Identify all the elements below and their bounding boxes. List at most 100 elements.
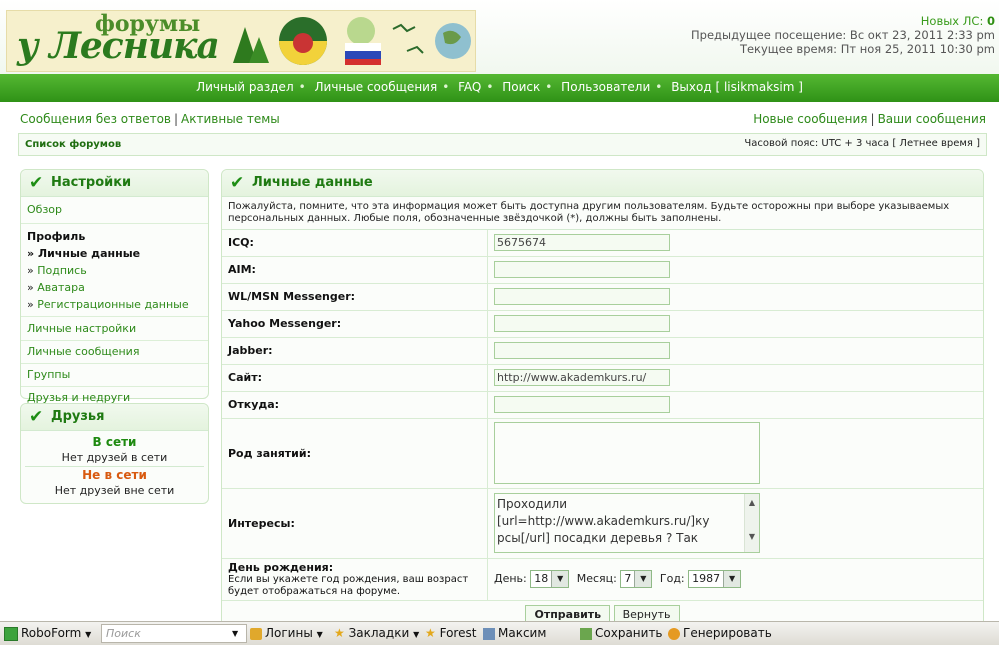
month-label: Месяц: bbox=[576, 572, 617, 585]
maksim-label: Максим bbox=[498, 626, 547, 640]
year-value: 1987 bbox=[692, 572, 721, 585]
save-label: Сохранить bbox=[595, 626, 663, 640]
new-pm-count[interactable]: 0 bbox=[987, 14, 995, 28]
star-icon: ★ bbox=[425, 626, 436, 640]
logo-graphics bbox=[233, 17, 471, 65]
generate-button[interactable]: Генерировать bbox=[668, 623, 772, 644]
sidebar-item-overview[interactable]: Обзор bbox=[27, 202, 202, 218]
year-select[interactable]: 1987 ▼ bbox=[688, 570, 742, 588]
sidebar-item-label: Личные данные bbox=[37, 247, 141, 260]
icq-label: ICQ: bbox=[222, 230, 488, 257]
sidebar-item-avatar[interactable]: » Аватара bbox=[27, 279, 202, 296]
settings-header: ✔ Настройки bbox=[21, 170, 208, 197]
search-input[interactable]: Поиск bbox=[101, 624, 247, 643]
chevron-down-icon: ▼ bbox=[723, 571, 741, 587]
forest-label: Forest bbox=[439, 626, 477, 640]
jabber-field[interactable] bbox=[494, 342, 670, 359]
sidebar-item-label: Регистрационные данные bbox=[37, 298, 189, 311]
nav-personal-section[interactable]: Личный раздел bbox=[196, 80, 294, 94]
item-marker: » bbox=[27, 298, 34, 311]
month-select[interactable]: 7 ▼ bbox=[620, 570, 653, 588]
nav-users[interactable]: Пользователи bbox=[561, 80, 650, 94]
offline-empty: Нет друзей вне сети bbox=[54, 484, 175, 497]
online-empty: Нет друзей в сети bbox=[61, 451, 168, 464]
interests-label: Интересы: bbox=[222, 488, 488, 559]
logo-big-text: у Лесника bbox=[17, 25, 220, 67]
nav-search[interactable]: Поиск bbox=[502, 80, 540, 94]
forum-index-link[interactable]: Список форумов bbox=[25, 139, 121, 150]
bookmarks-menu[interactable]: ★ Закладки ▼ bbox=[334, 623, 419, 645]
aim-label: AIM: bbox=[222, 256, 488, 284]
website-field[interactable]: http://www.akademkurs.ru/ bbox=[494, 369, 670, 386]
settings-title: Настройки bbox=[51, 175, 132, 190]
month-value: 7 bbox=[624, 572, 632, 585]
item-marker: » bbox=[27, 264, 34, 277]
nav-private-messages[interactable]: Личные сообщения bbox=[315, 80, 438, 94]
sidebar-item-registration[interactable]: » Регистрационные данные bbox=[27, 296, 202, 313]
nav-logout[interactable]: Выход [ lisikmaksim ] bbox=[671, 80, 803, 94]
new-pm-indicator[interactable]: Новых ЛС: 0 bbox=[691, 14, 995, 28]
save-button[interactable]: Сохранить bbox=[580, 623, 663, 644]
location-field[interactable] bbox=[494, 396, 670, 413]
identity-maksim[interactable]: Максим bbox=[483, 623, 546, 644]
chevron-down-icon: ▼ bbox=[316, 630, 323, 639]
new-pm-label[interactable]: Новых ЛС: bbox=[921, 14, 984, 28]
save-icon bbox=[580, 627, 592, 640]
roboform-menu[interactable]: RoboForm ▼ bbox=[4, 623, 91, 645]
unanswered-posts-link[interactable]: Сообщения без ответов bbox=[20, 112, 171, 126]
nav-faq[interactable]: FAQ bbox=[458, 80, 481, 94]
user-status: Новых ЛС: 0 Предыдущее посещение: Вс окт… bbox=[691, 14, 995, 56]
panel-header: ✔ Личные данные bbox=[222, 170, 983, 197]
link-separator: | bbox=[174, 112, 179, 126]
year-label: Год: bbox=[659, 572, 685, 585]
chevron-down-icon: ▼ bbox=[634, 571, 652, 587]
chevron-down-icon[interactable]: ▼ bbox=[232, 623, 238, 644]
friends-title: Друзья bbox=[51, 409, 105, 424]
forest-bookmark[interactable]: ★ Forest bbox=[425, 623, 476, 644]
sidebar-item-signature[interactable]: » Подпись bbox=[27, 262, 202, 279]
generate-label: Генерировать bbox=[683, 626, 772, 640]
nav-separator: • bbox=[442, 80, 450, 94]
intro-text: Пожалуйста, помните, что эта информация … bbox=[222, 197, 983, 230]
offline-label: Не в сети bbox=[82, 468, 147, 482]
friends-panel: ✔ Друзья В сети Нет друзей в сети Не в се… bbox=[20, 403, 209, 504]
msn-field[interactable] bbox=[494, 288, 670, 305]
occupation-field[interactable] bbox=[494, 422, 760, 484]
last-visit: Предыдущее посещение: Вс окт 23, 2011 2:… bbox=[691, 28, 995, 42]
new-posts-link[interactable]: Новые сообщения bbox=[753, 112, 867, 126]
yahoo-field[interactable] bbox=[494, 315, 670, 332]
logins-menu[interactable]: Логины ▼ bbox=[250, 623, 323, 645]
sidebar-item-personal-settings[interactable]: Личные настройки bbox=[27, 321, 202, 337]
online-label: В сети bbox=[92, 435, 137, 449]
generate-icon bbox=[668, 627, 680, 640]
interests-line: рсы[/url] посадки деревья ? Так bbox=[497, 531, 699, 545]
interests-line: [url=http://www.akademkurs.ru/]ку bbox=[497, 514, 710, 528]
site-logo[interactable]: форумы у Лесника bbox=[6, 10, 476, 72]
current-time: Текущее время: Пт ноя 25, 2011 10:30 pm bbox=[739, 42, 995, 56]
site-header: форумы у Лесника Новых ЛС: 0 Предыдущее … bbox=[0, 0, 999, 74]
interests-field[interactable]: Проходили [url=http://www.akademkurs.ru/… bbox=[494, 493, 760, 553]
main-nav: Личный раздел • Личные сообщения • FAQ • По… bbox=[0, 74, 999, 102]
panel-title: Личные данные bbox=[252, 175, 373, 190]
day-select[interactable]: 18 ▼ bbox=[530, 570, 570, 588]
chevron-down-icon: ▼ bbox=[85, 630, 92, 639]
your-posts-link[interactable]: Ваши сообщения bbox=[878, 112, 986, 126]
sidebar-item-personal-data[interactable]: » Личные данные bbox=[27, 245, 202, 262]
nav-separator: • bbox=[298, 80, 306, 94]
quick-links-bar: Сообщения без ответов | Активные темы Новы… bbox=[14, 108, 988, 130]
aim-field[interactable] bbox=[494, 261, 670, 278]
item-marker: » bbox=[27, 247, 35, 260]
occupation-label: Род занятий: bbox=[222, 418, 488, 489]
textarea-scrollbar[interactable]: ▲ ▼ bbox=[744, 494, 759, 552]
profile-form: ICQ: 5675674 AIM: WL/MSN Messenger: Yahoo… bbox=[222, 230, 983, 601]
nav-separator: • bbox=[486, 80, 494, 94]
breadcrumb: Список форумов Часовой пояс: UTC + 3 час… bbox=[18, 133, 987, 156]
settings-panel: ✔ Настройки Обзор Профиль » Личные данные… bbox=[20, 169, 209, 404]
checkmark-icon: ✔ bbox=[29, 173, 44, 193]
sidebar-item-groups[interactable]: Группы bbox=[27, 367, 202, 383]
interests-line: Проходили bbox=[497, 497, 567, 511]
icq-field[interactable]: 5675674 bbox=[494, 234, 670, 252]
nav-separator: • bbox=[655, 80, 663, 94]
sidebar-item-private-messages[interactable]: Личные сообщения bbox=[27, 344, 202, 360]
active-topics-link[interactable]: Активные темы bbox=[181, 112, 280, 126]
